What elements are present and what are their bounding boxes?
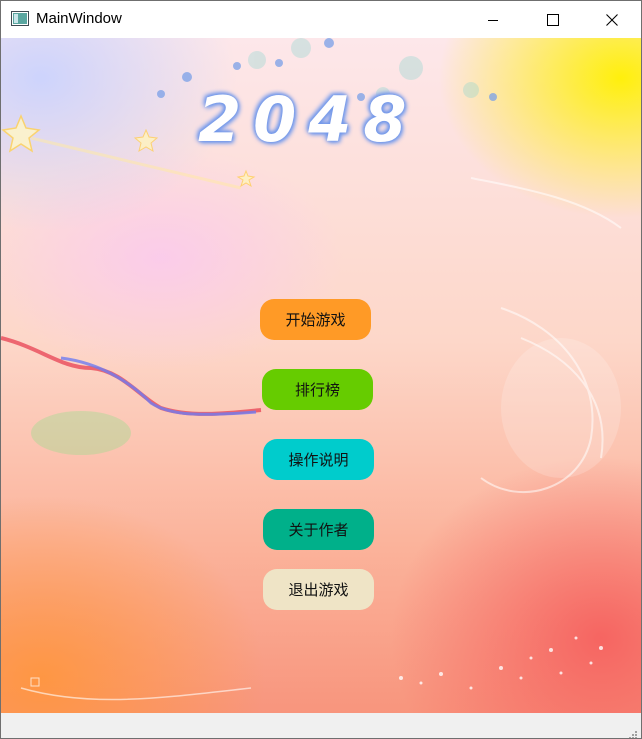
title-bar[interactable]: MainWindow xyxy=(1,1,641,38)
exit-game-button[interactable]: 退出游戏 xyxy=(263,569,374,610)
start-game-button[interactable]: 开始游戏 xyxy=(260,299,371,340)
app-window-icon xyxy=(11,11,29,26)
game-menu-background: 2048 开始游戏 排行榜 操作说明 关于作者 退出游戏 xyxy=(1,38,641,713)
status-bar xyxy=(1,713,641,738)
close-button[interactable] xyxy=(582,1,641,38)
instructions-button[interactable]: 操作说明 xyxy=(263,439,374,480)
close-icon xyxy=(606,13,618,26)
window-title: MainWindow xyxy=(36,10,122,27)
resize-grip-icon[interactable] xyxy=(628,725,638,738)
game-logo: 2048 xyxy=(198,83,419,156)
main-window: MainWindow 2048 开始游戏 排行榜 操作说明 关于作者 退出游戏 xyxy=(0,0,642,739)
maximize-button[interactable] xyxy=(523,1,583,38)
maximize-icon xyxy=(547,13,559,26)
minimize-button[interactable] xyxy=(463,1,523,38)
about-author-button[interactable]: 关于作者 xyxy=(263,509,374,550)
leaderboard-button[interactable]: 排行榜 xyxy=(262,369,373,410)
minimize-icon xyxy=(487,14,499,26)
